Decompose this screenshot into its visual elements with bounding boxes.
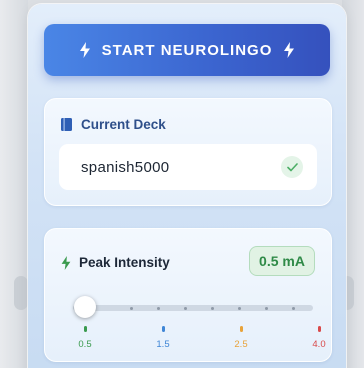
intensity-slider-thumb[interactable]	[74, 296, 96, 318]
current-deck-card: Current Deck spanish5000	[44, 98, 332, 206]
scale-label: 0.5	[78, 339, 92, 350]
background-knob-left	[14, 276, 28, 310]
lightning-bolt-icon	[284, 42, 295, 58]
slider-tick-dot	[130, 306, 133, 310]
control-panel: START NEUROLINGO Current Deck spanish500…	[28, 4, 346, 368]
slider-tick-dot	[238, 306, 241, 310]
scale-mark	[83, 326, 87, 332]
start-neurolingo-button[interactable]: START NEUROLINGO	[44, 24, 330, 76]
scale-mark	[239, 326, 243, 332]
intensity-slider-track[interactable]	[73, 305, 313, 311]
background-left	[0, 0, 28, 368]
slider-tick-dot	[211, 306, 214, 310]
slider-tick-dot	[265, 306, 268, 310]
slider-tick-dot	[184, 306, 187, 310]
lightning-bolt-icon	[61, 255, 71, 270]
deck-selector[interactable]: spanish5000	[59, 144, 317, 190]
scale-label: 2.5	[234, 339, 248, 350]
current-deck-header: Current Deck	[61, 117, 166, 132]
book-icon	[61, 118, 72, 131]
scale-label: 4.0	[312, 339, 326, 350]
slider-tick-dot	[157, 306, 160, 310]
deck-value: spanish5000	[81, 158, 170, 176]
current-deck-title: Current Deck	[81, 117, 166, 132]
start-button-label: START NEUROLINGO	[101, 41, 273, 59]
intensity-value-badge: 0.5 mA	[249, 246, 315, 276]
peak-intensity-card: Peak Intensity 0.5 mA 0.5 1.5 2.5 4.0	[44, 228, 332, 362]
check-icon	[281, 156, 303, 178]
slider-tick-dot	[292, 306, 295, 310]
scale-mark	[317, 326, 321, 332]
peak-intensity-header: Peak Intensity	[61, 255, 170, 270]
lightning-bolt-icon	[79, 42, 90, 58]
scale-label: 1.5	[156, 339, 170, 350]
scale-mark	[161, 326, 165, 332]
peak-intensity-title: Peak Intensity	[79, 255, 170, 270]
